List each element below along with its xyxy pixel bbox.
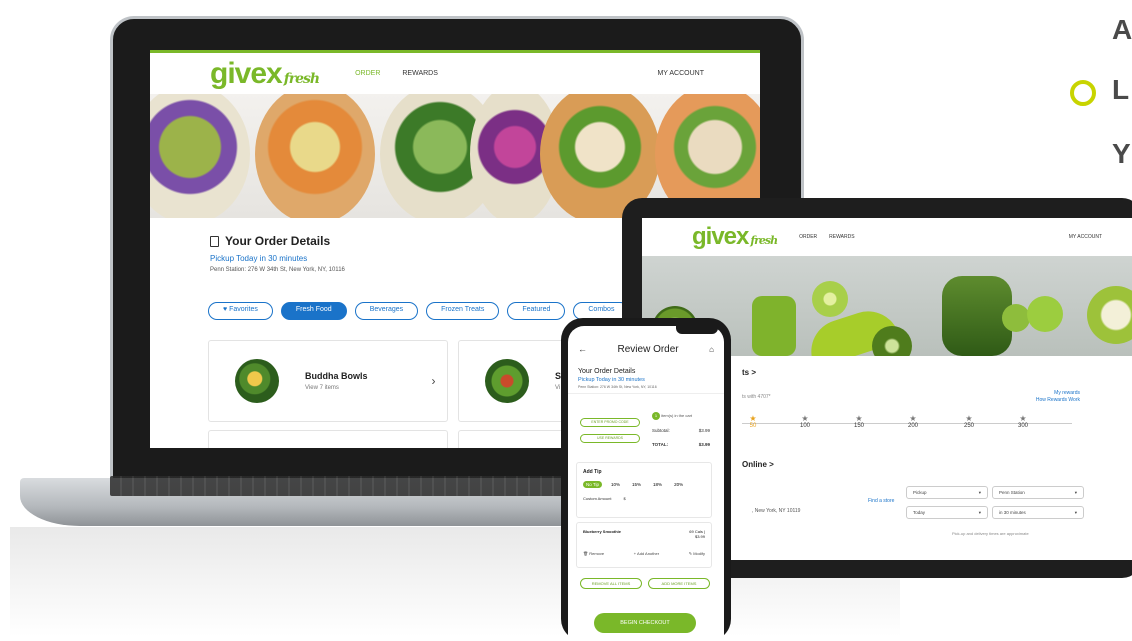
cart-item-row: Blueberry Smoothie 69 Cals | $3.99 <box>583 529 705 539</box>
item-actions: 🗑 Remove + Add Another ✎ Modify <box>583 551 705 556</box>
modify-item-button[interactable]: ✎ Modify <box>689 551 705 556</box>
tab-fresh-food[interactable]: Fresh Food <box>280 302 347 320</box>
item-name: Blueberry Smoothie <box>583 529 622 534</box>
nav-rewards[interactable]: REWARDS <box>402 70 438 77</box>
cart-item-card: Blueberry Smoothie 69 Cals | $3.99 🗑 Remo… <box>576 522 712 568</box>
star-icon: ★ <box>855 414 863 423</box>
tip-option-none[interactable]: No Tip <box>583 481 603 488</box>
rewards-subtitle: ts with 4707* <box>742 394 771 400</box>
order-summary: ENTER PROMO CODE USE REWARDS 1 item(s) i… <box>576 404 712 458</box>
reward-tier-250[interactable]: ★ 250 <box>954 414 984 429</box>
custom-amount-input[interactable]: $ <box>623 496 625 501</box>
tablet-header: givex fresh ORDER REWARDS MY ACCOUNT <box>642 218 1132 256</box>
card-title: Buddha Bowls <box>305 371 368 381</box>
star-icon: ★ <box>909 414 917 423</box>
nav-rewards[interactable]: REWARDS <box>829 234 854 240</box>
rewards-links: My rewards How Rewards Work <box>1036 390 1080 404</box>
tip-option-20[interactable]: 20% <box>671 481 686 488</box>
find-store-link[interactable]: Find a store <box>868 498 894 504</box>
reward-tier-200[interactable]: ★ 200 <box>898 414 928 429</box>
remove-all-items-button[interactable]: REMOVE ALL ITEMS <box>580 578 642 589</box>
pickup-address: Penn Station: 276 W 34th St, New York, N… <box>578 385 657 389</box>
tip-options: No Tip 10% 15% 18% 20% <box>583 481 705 488</box>
add-more-items-button[interactable]: ADD MORE ITEMS <box>648 578 710 589</box>
laptop-header: givex fresh ORDER REWARDS MY ACCOUNT <box>150 50 760 94</box>
custom-amount-label: Custom Amount <box>583 496 612 501</box>
cart-count: 1 item(s) in the cart <box>652 412 692 420</box>
brand-logo[interactable]: givex fresh <box>692 223 778 251</box>
total-row: TOTAL: $3.99 <box>652 442 710 447</box>
remove-item-button[interactable]: 🗑 Remove <box>583 551 604 556</box>
promo-code-button[interactable]: ENTER PROMO CODE <box>580 418 640 427</box>
begin-checkout-button[interactable]: BEGIN CHECKOUT <box>594 613 696 633</box>
store-select[interactable]: Penn Station ▾ <box>992 486 1084 499</box>
nav-order[interactable]: ORDER <box>355 70 380 77</box>
nav-my-account[interactable]: MY ACCOUNT <box>657 70 704 77</box>
star-icon: ★ <box>801 414 809 423</box>
laptop-nav: ORDER REWARDS <box>355 70 438 77</box>
subtotal-row: Subtotal: $3.99 <box>652 428 710 433</box>
side-text-line2: L <box>1112 74 1130 105</box>
brand-logo[interactable]: givex fresh <box>210 57 320 91</box>
reward-tier-300[interactable]: ★ 300 <box>1008 414 1038 429</box>
nav-order[interactable]: ORDER <box>799 234 817 240</box>
tip-option-18[interactable]: 18% <box>650 481 665 488</box>
side-text-line1: A <box>1112 14 1132 45</box>
phone-notch <box>676 326 718 334</box>
category-card-buddha-bowls[interactable]: Buddha Bowls View 7 items › <box>208 340 448 422</box>
chevron-right-icon: › <box>431 374 436 388</box>
order-details-title: Your Order Details <box>578 368 636 375</box>
salad-image <box>485 359 529 403</box>
reward-tier-150[interactable]: ★ 150 <box>844 414 874 429</box>
document-icon <box>210 235 219 247</box>
back-arrow-icon[interactable]: ← <box>578 344 587 354</box>
phone-header: ← Review Order ⌂ <box>568 334 724 364</box>
tab-favorites[interactable]: ♥ Favorites <box>208 302 273 320</box>
tip-heading: Add Tip <box>583 469 602 475</box>
my-rewards-link[interactable]: My rewards <box>1036 390 1080 397</box>
tablet-nav: ORDER REWARDS <box>799 234 854 240</box>
star-icon: ★ <box>1019 414 1027 423</box>
star-icon: ★ <box>749 414 757 423</box>
add-another-button[interactable]: + Add Another <box>634 551 659 556</box>
tab-beverages[interactable]: Beverages <box>354 302 419 320</box>
tip-option-15[interactable]: 15% <box>629 481 644 488</box>
custom-tip-row: Custom Amount $ <box>583 496 705 501</box>
page-title: Review Order <box>617 343 679 355</box>
order-details-section: Your Order Details Pickup Today in 30 mi… <box>568 364 724 394</box>
nav-my-account[interactable]: MY ACCOUNT <box>1069 234 1102 240</box>
bullet-ring-icon <box>1070 80 1096 106</box>
buddha-bowl-image <box>235 359 279 403</box>
pickup-time-link[interactable]: Pickup Today in 30 minutes <box>578 377 714 383</box>
mode-select[interactable]: Pickup ▾ <box>906 486 988 499</box>
reward-tier-100[interactable]: ★ 100 <box>790 414 820 429</box>
tab-featured[interactable]: Featured <box>507 302 566 320</box>
tip-card: Add Tip No Tip 10% 15% 18% 20% Custom Am… <box>576 462 712 518</box>
side-text-line3: Y <box>1112 138 1131 169</box>
day-select[interactable]: Today ▾ <box>906 506 988 519</box>
rewards-heading[interactable]: ts > <box>742 368 756 377</box>
reward-tier-50[interactable]: ★ 50 <box>738 414 768 429</box>
store-address: , New York, NY 10119 <box>752 508 801 514</box>
category-card-third[interactable] <box>208 430 448 448</box>
time-approx-note: Pick-up and delivery times are approxima… <box>952 531 1029 536</box>
category-tabs: ♥ Favorites Fresh Food Beverages Frozen … <box>208 302 630 320</box>
time-select[interactable]: in 30 minutes ▾ <box>992 506 1084 519</box>
how-rewards-work-link[interactable]: How Rewards Work <box>1036 397 1080 404</box>
card-subtitle: View 7 items <box>305 385 339 391</box>
order-online-heading[interactable]: Online > <box>742 460 774 469</box>
use-rewards-button[interactable]: USE REWARDS <box>580 434 640 443</box>
home-icon[interactable]: ⌂ <box>709 345 714 354</box>
star-icon: ★ <box>965 414 973 423</box>
tab-frozen-treats[interactable]: Frozen Treats <box>426 302 500 320</box>
item-price: 69 Cals | $3.99 <box>689 529 705 539</box>
tip-option-10[interactable]: 10% <box>608 481 623 488</box>
